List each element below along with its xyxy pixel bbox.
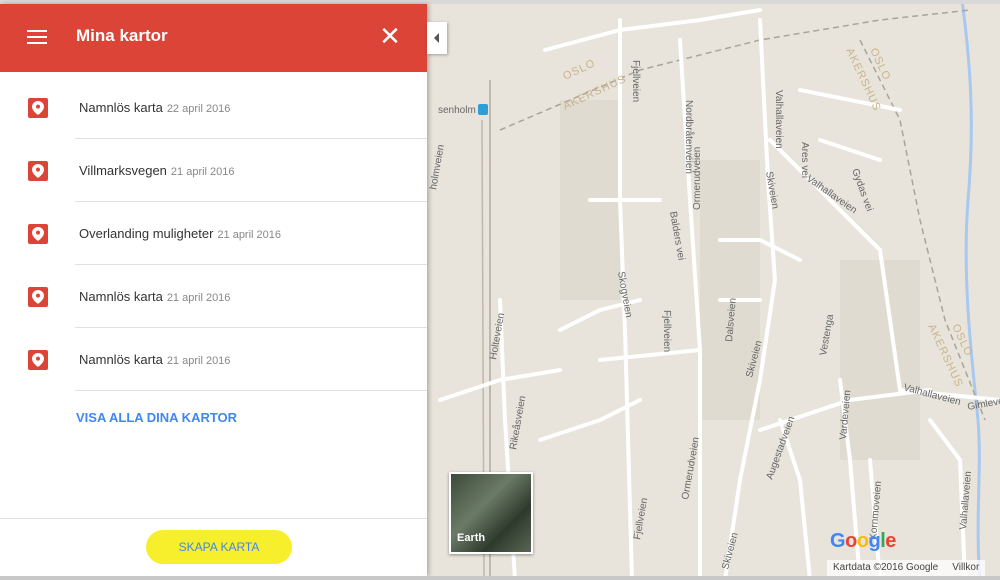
create-map-button[interactable]: SKAPA KARTA <box>146 530 292 564</box>
earth-label: Earth <box>457 532 486 544</box>
map-list-item[interactable]: Namnlös karta 21 april 2016 <box>0 328 427 391</box>
map-list-item-date: 21 april 2016 <box>170 166 235 178</box>
panel-header: Mina kartor ✕ <box>0 4 427 72</box>
map-attribution: Kartdata ©2016 Google Villkor <box>827 560 986 576</box>
my-maps-panel: Mina kartor ✕ Namnlös karta 22 april 2016… <box>0 4 427 576</box>
road-label: Valhallaveien <box>773 90 784 149</box>
road-label: Fjellveien <box>630 60 641 102</box>
road-label: Ares vei <box>799 142 810 178</box>
attribution-text: Kartdata ©2016 Google <box>833 562 939 573</box>
map-list-item-date: 22 april 2016 <box>166 103 231 115</box>
map-list-item[interactable]: Namnlös karta 21 april 2016 <box>0 265 427 328</box>
divider <box>0 518 427 519</box>
map-list-item[interactable]: Villmarksvegen 21 april 2016 <box>0 139 427 202</box>
map-list-item-date: 21 april 2016 <box>217 229 282 241</box>
earth-view-toggle[interactable]: Earth <box>449 472 533 554</box>
panel-title: Mina kartor <box>76 26 168 45</box>
road-label: Fjellveien <box>661 310 672 352</box>
divider <box>75 390 427 391</box>
chevron-left-icon <box>434 33 439 43</box>
map-pin-icon <box>28 98 48 118</box>
view-all-maps-link[interactable]: VISA ALLA DINA KARTOR <box>76 410 237 425</box>
train-station-icon[interactable] <box>478 104 488 115</box>
road-label: Ormerudveien <box>692 147 703 210</box>
map-list-item-date: 21 april 2016 <box>166 292 231 304</box>
close-icon[interactable]: ✕ <box>378 23 402 49</box>
map-pin-icon <box>28 224 48 244</box>
map-list-item[interactable]: Namnlös karta 22 april 2016 <box>0 76 427 139</box>
bottom-bar <box>0 576 1000 580</box>
map-list-item[interactable]: Overlanding muligheter 21 april 2016 <box>0 202 427 265</box>
menu-icon[interactable] <box>24 26 50 50</box>
map-pin-icon <box>28 161 48 181</box>
map-list-item-name: Villmarksvegen 21 april 2016 <box>79 163 235 178</box>
terms-link[interactable]: Villkor <box>952 562 979 573</box>
map-pin-icon <box>28 287 48 307</box>
map-list-item-date: 21 april 2016 <box>166 355 231 367</box>
collapse-panel-button[interactable] <box>427 22 447 54</box>
map-pin-icon <box>28 350 48 370</box>
map-label-station: senholm <box>438 105 476 116</box>
google-logo: Google <box>830 530 896 552</box>
map-list-item-name: Namnlös karta 21 april 2016 <box>79 289 231 304</box>
map-list-item-name: Namnlös karta 22 april 2016 <box>79 100 231 115</box>
map-list-item-name: Overlanding muligheter 21 april 2016 <box>79 226 282 241</box>
map-list-item-name: Namnlös karta 21 april 2016 <box>79 352 231 367</box>
